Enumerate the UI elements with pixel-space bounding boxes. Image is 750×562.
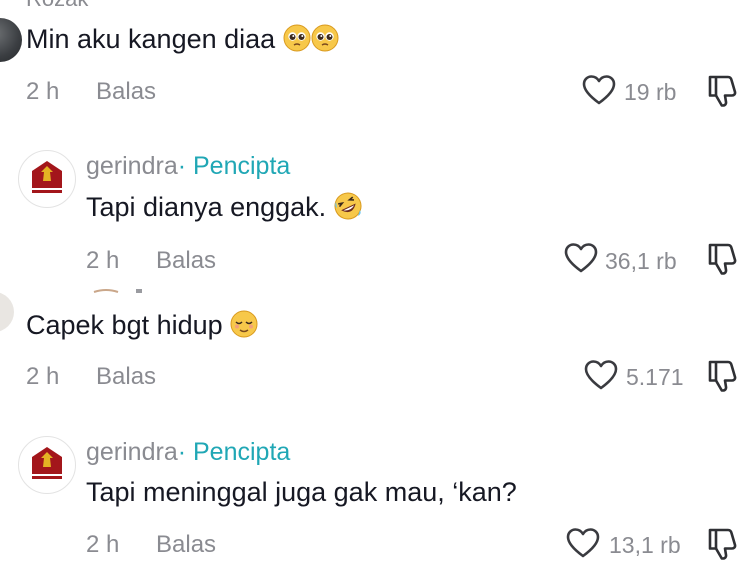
like-count: 36,1 rb [605, 248, 677, 274]
reply-button[interactable]: Balas [96, 78, 156, 106]
heart-icon[interactable] [582, 74, 616, 106]
relieved-face-emoji [230, 310, 258, 338]
dislike-icon[interactable] [706, 74, 740, 108]
comment-text: Capek bgt hidup [26, 310, 258, 341]
comment-text-content: Min aku kangen diaa [26, 24, 276, 54]
comment-username-row: gerindra· Pencipta [86, 152, 290, 181]
pleading-face-emoji [311, 24, 339, 52]
comment-text-content: Tapi meninggal juga gak mau, ‘kan? [86, 477, 517, 507]
gerindra-logo-icon [32, 161, 62, 193]
heart-icon[interactable] [584, 359, 618, 391]
comment-timestamp: 2 h [86, 247, 120, 274]
comment-text-content: Tapi dianya enggak. [86, 192, 327, 222]
reply-button[interactable]: Balas [96, 363, 156, 391]
like-count: 19 rb [624, 79, 677, 105]
dislike-icon[interactable] [706, 527, 740, 561]
heart-icon[interactable] [566, 527, 600, 559]
avatar[interactable] [18, 150, 76, 208]
avatar[interactable] [0, 292, 14, 332]
comment-username[interactable]: Rozak [26, 0, 88, 12]
comment-timestamp: 2 h [26, 363, 60, 390]
reply-button[interactable]: Balas [156, 247, 216, 275]
avatar[interactable] [0, 18, 22, 62]
comment-text-content: Capek bgt hidup [26, 310, 223, 340]
creator-badge: · Pencipta [177, 438, 291, 466]
like-count: 5.171 [626, 364, 684, 390]
avatar[interactable] [18, 436, 76, 494]
heart-icon[interactable] [564, 242, 598, 274]
comment-text: Tapi dianya enggak. [86, 192, 362, 223]
reply-button[interactable]: Balas [156, 531, 216, 559]
dislike-icon[interactable] [706, 359, 740, 393]
comment-username[interactable]: gerindra [86, 438, 178, 466]
comment-text: Min aku kangen diaa [26, 24, 339, 55]
like-count: 13,1 rb [609, 532, 681, 558]
creator-badge: · Pencipta [177, 152, 291, 180]
comment-text: Tapi meninggal juga gak mau, ‘kan? [86, 477, 517, 508]
pleading-face-emoji [283, 24, 311, 52]
comment-username[interactable]: gerindra [86, 152, 178, 180]
cropped-username-fragment [93, 289, 142, 293]
dislike-icon[interactable] [706, 242, 740, 276]
rolling-on-floor-laughing-emoji [334, 192, 362, 220]
comment-timestamp: 2 h [26, 78, 60, 105]
gerindra-logo-icon [32, 447, 62, 479]
comment-username-row: gerindra· Pencipta [86, 438, 290, 467]
comment-timestamp: 2 h [86, 531, 120, 558]
